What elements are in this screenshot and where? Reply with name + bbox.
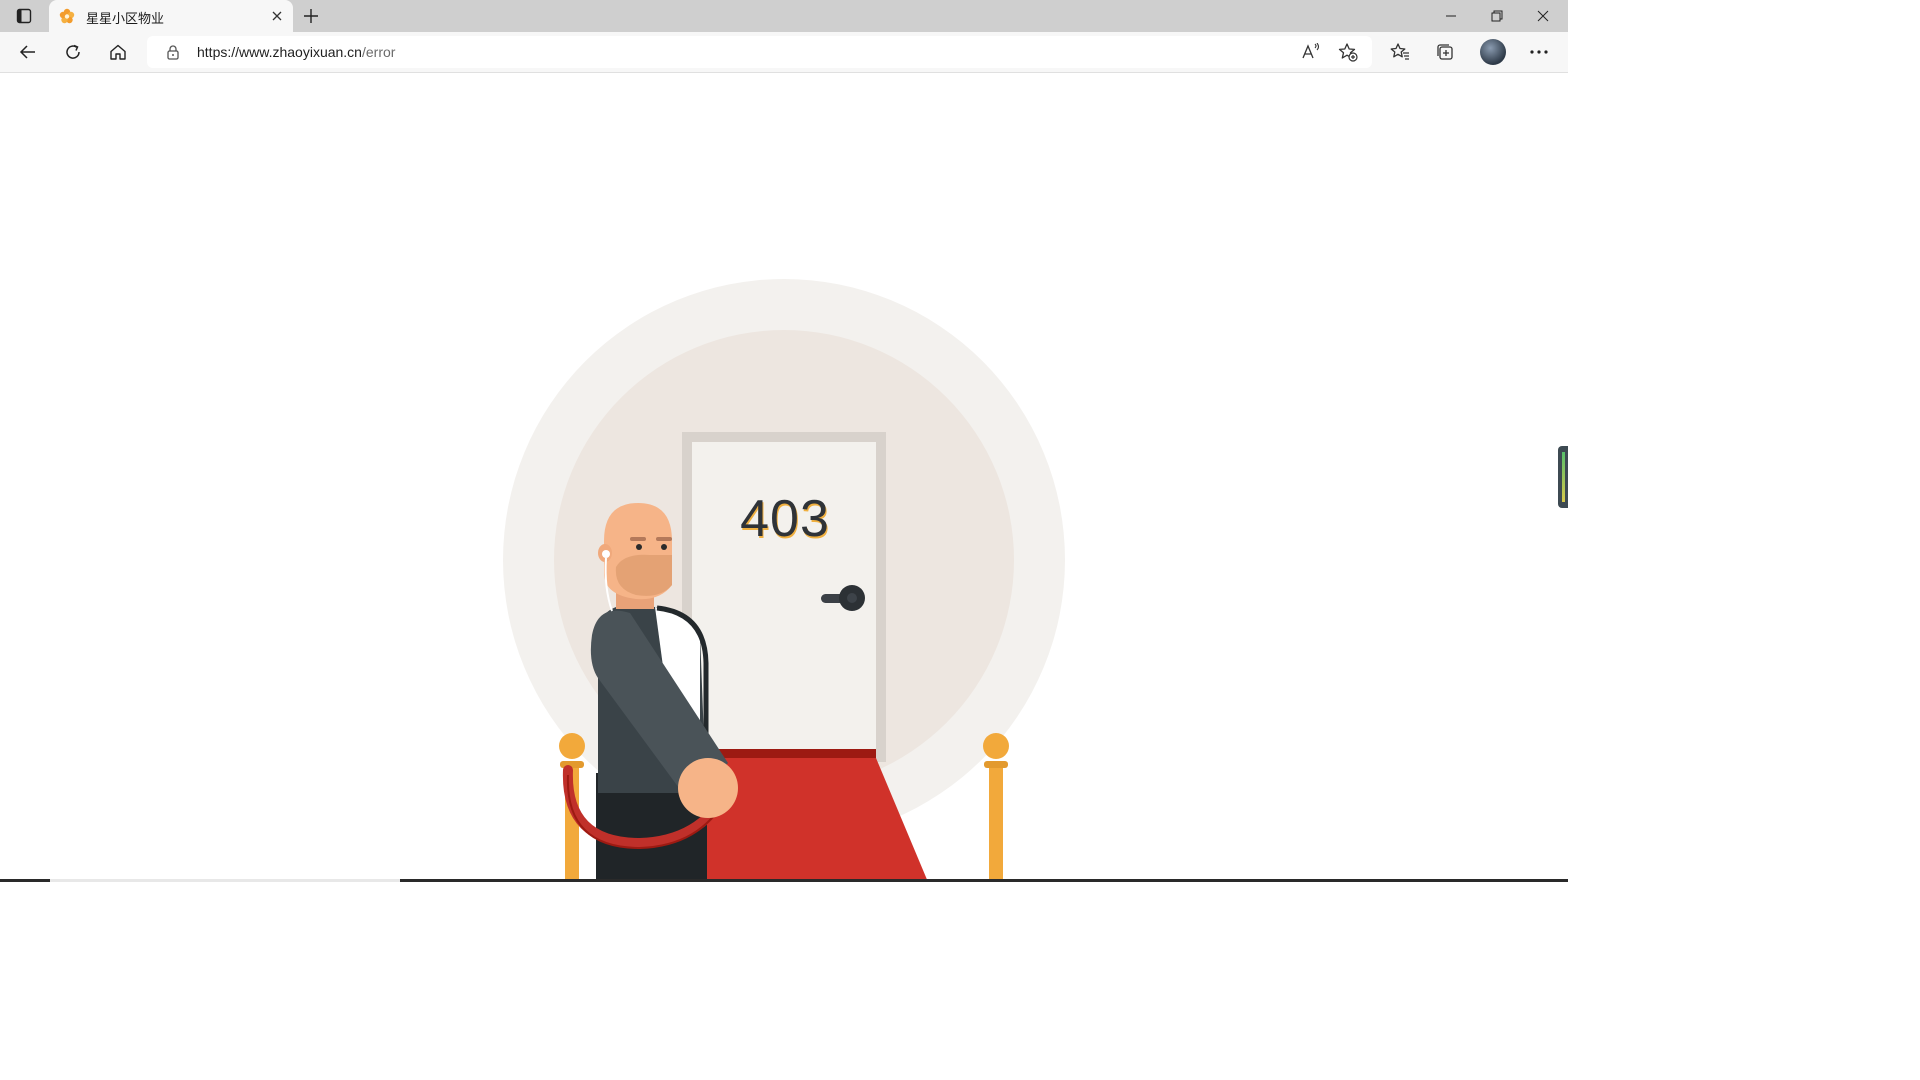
read-aloud-icon <box>1302 43 1320 59</box>
new-tab-button[interactable] <box>301 6 321 26</box>
page-content: 403 <box>0 73 1568 882</box>
favorites-button[interactable] <box>1384 36 1416 68</box>
read-aloud-button[interactable] <box>1295 36 1327 68</box>
home-button[interactable] <box>102 36 134 68</box>
close-icon[interactable] <box>269 8 285 24</box>
favorites-icon <box>1390 43 1409 60</box>
minimize-button[interactable] <box>1428 0 1474 32</box>
more-button[interactable] <box>1523 36 1555 68</box>
active-tab[interactable]: 星星小区物业 <box>49 0 293 32</box>
collections-button[interactable] <box>1429 36 1461 68</box>
orange-flower-icon <box>59 8 75 24</box>
home-icon <box>110 44 126 60</box>
tab-actions-icon[interactable] <box>10 5 38 27</box>
add-favorite-button[interactable] <box>1332 36 1364 68</box>
plus-icon <box>304 9 318 23</box>
collections-icon <box>1437 44 1453 60</box>
right-eyebrow <box>656 537 672 541</box>
tab-title: 星星小区物业 <box>86 12 165 27</box>
left-eyebrow <box>630 537 646 541</box>
sidebar-handle[interactable] <box>1558 446 1568 508</box>
address-bar[interactable]: https://www.zhaoyixuan.cn/error <box>147 36 1372 68</box>
restore-icon <box>1491 10 1503 22</box>
title-bar: 星星小区物业 <box>0 0 1568 32</box>
back-button[interactable] <box>12 36 44 68</box>
refresh-button[interactable] <box>57 36 89 68</box>
profile-avatar[interactable] <box>1480 39 1506 65</box>
earbud <box>602 550 610 558</box>
url-host: https://www.zhaoyixuan.cn <box>197 44 362 60</box>
restore-button[interactable] <box>1474 0 1520 32</box>
bottom-divider <box>0 879 1568 882</box>
carpet-edge <box>698 749 876 758</box>
right-eye <box>661 544 667 550</box>
more-icon <box>1530 50 1548 54</box>
right-post-knob <box>983 733 1009 759</box>
window-close-button[interactable] <box>1520 0 1566 32</box>
browser-toolbar: https://www.zhaoyixuan.cn/error <box>0 32 1568 73</box>
refresh-icon <box>66 44 80 59</box>
lock-icon[interactable] <box>165 44 181 60</box>
guard-standing-by-door-icon <box>503 279 1065 882</box>
close-icon <box>1537 10 1549 22</box>
error-code: 403 <box>740 490 830 548</box>
guard-hand <box>678 758 738 818</box>
right-post <box>989 763 1003 882</box>
left-eye <box>636 544 642 550</box>
url-text[interactable]: https://www.zhaoyixuan.cn/error <box>197 44 395 60</box>
back-icon <box>19 45 35 59</box>
add-favorite-icon <box>1338 43 1358 62</box>
left-post-knob <box>559 733 585 759</box>
url-path: /error <box>361 44 396 60</box>
minimize-icon <box>1446 15 1456 17</box>
